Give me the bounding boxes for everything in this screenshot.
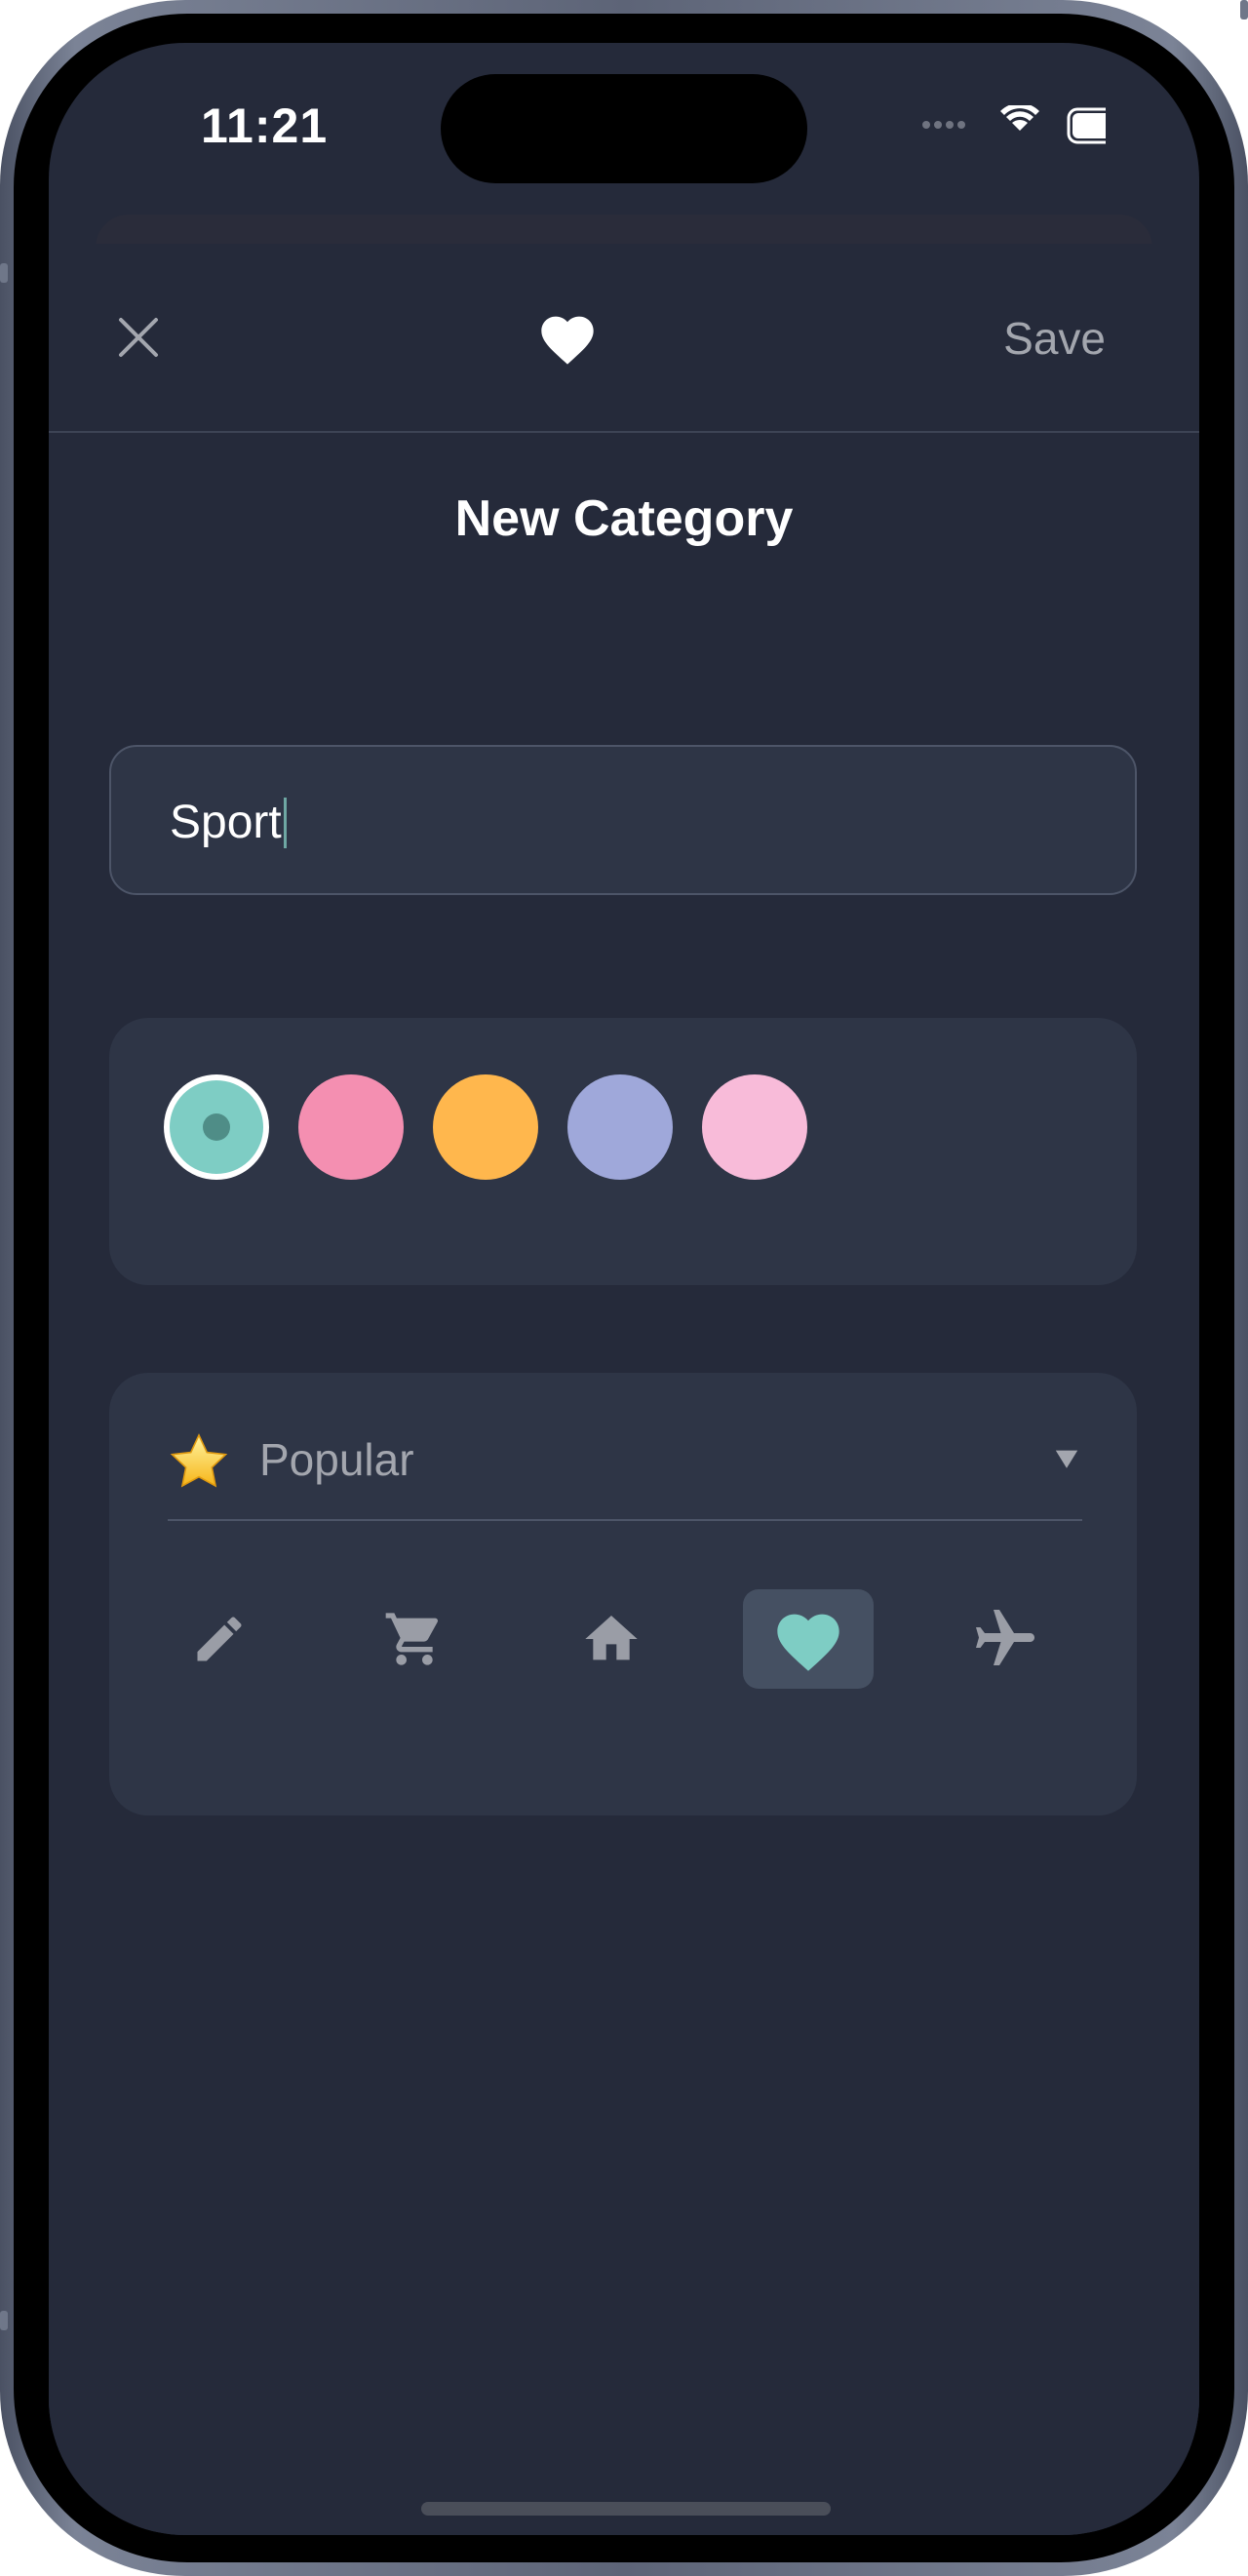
text-caret [284, 798, 287, 848]
wifi-icon [1000, 102, 1039, 131]
color-swatch-teal[interactable] [164, 1074, 269, 1180]
new-category-sheet: Save New Category Sport Popular [49, 244, 1199, 2535]
side-button-action [0, 263, 8, 283]
pencil-icon [197, 1617, 242, 1661]
color-swatch-lavender[interactable] [567, 1074, 673, 1180]
status-indicators [872, 102, 1145, 154]
icon-option-cart[interactable] [349, 1589, 480, 1689]
icon-option-heart[interactable] [743, 1589, 874, 1689]
page-title: New Category [454, 490, 794, 547]
category-name-value: Sport [170, 797, 282, 848]
icon-picker-card: Popular [109, 1373, 1137, 1815]
category-name-field[interactable]: Sport [109, 745, 1137, 895]
color-picker-card [109, 1018, 1137, 1285]
heart-icon [777, 1614, 839, 1671]
screen: 11:21 Save New Category Sport Popular [49, 43, 1199, 2535]
selected-dot [203, 1113, 230, 1141]
icon-option-airplane[interactable] [940, 1589, 1071, 1689]
save-button[interactable]: Save [1003, 312, 1106, 365]
dropdown-arrow-icon [1055, 1450, 1078, 1468]
color-swatch-pink[interactable] [298, 1074, 404, 1180]
cellular-signal-icon [922, 121, 965, 129]
battery-icon [1067, 107, 1145, 144]
icon-category-dropdown[interactable]: Popular [168, 1422, 1082, 1521]
icon-option-pencil[interactable] [154, 1589, 285, 1689]
icon-option-home[interactable] [546, 1589, 677, 1689]
star-icon [170, 1433, 228, 1488]
icon-category-label: Popular [259, 1434, 414, 1485]
airplane-icon [976, 1610, 1034, 1665]
cart-icon [385, 1613, 439, 1665]
side-button-top [1240, 0, 1248, 20]
home-icon [585, 1616, 638, 1660]
color-swatch-orange[interactable] [433, 1074, 538, 1180]
close-icon [119, 318, 158, 357]
color-swatch-light-pink[interactable] [702, 1074, 807, 1180]
status-time: 11:21 [201, 98, 329, 153]
close-button[interactable] [111, 310, 166, 365]
side-button-bottom [0, 2311, 8, 2330]
nav-bar: Save [49, 244, 1199, 433]
home-indicator [421, 2502, 831, 2516]
heart-icon [541, 316, 594, 365]
dynamic-island [441, 74, 807, 183]
